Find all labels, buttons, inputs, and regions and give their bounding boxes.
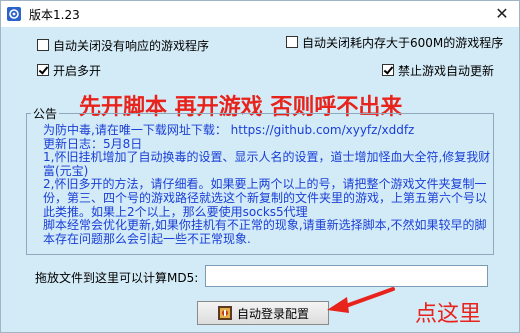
checkbox-box[interactable] <box>286 36 298 48</box>
red-arrow-icon <box>323 285 395 315</box>
lock-gear-icon <box>217 305 233 321</box>
checkbox-label: 自动关闭耗内存大于600M的游戏程序 <box>302 35 504 50</box>
md5-input[interactable] <box>205 265 488 287</box>
disable-auto-update-checkbox[interactable]: 禁止游戏自动更新 <box>382 62 494 78</box>
window-title: 版本1.23 <box>29 8 80 22</box>
app-icon <box>6 6 22 22</box>
close-button[interactable]: ✕ <box>491 4 513 24</box>
multi-open-checkbox[interactable]: 开启多开 <box>37 62 101 78</box>
checkbox-label: 自动关闭没有响应的游戏程序 <box>53 38 210 53</box>
checkbox-box[interactable] <box>382 64 394 76</box>
checkbox-box[interactable] <box>37 64 49 76</box>
main-window: 版本1.23 ✕ 自动关闭没有响应的游戏程序 自动关闭耗内存大于600M的游戏程… <box>0 0 520 333</box>
md5-label: 拖放文件到这里可以计算MD5: <box>35 271 199 285</box>
notice-group: 公告 为防中毒,请在唯一下载网址下载： https://github.com/x… <box>26 105 494 255</box>
auto-close-memory-checkbox[interactable]: 自动关闭耗内存大于600M的游戏程序 <box>286 34 503 50</box>
notice-line-download: 为防中毒,请在唯一下载网址下载： https://github.com/xyyf… <box>43 123 415 137</box>
auto-login-config-label: 自动登录配置 <box>236 306 309 321</box>
auto-close-unresponsive-checkbox[interactable]: 自动关闭没有响应的游戏程序 <box>37 37 209 53</box>
click-here-annotation: 点这里 <box>415 302 482 327</box>
notice-text: 为防中毒,请在唯一下载网址下载： https://github.com/xyyf… <box>43 123 491 246</box>
title-bar[interactable]: 版本1.23 ✕ <box>1 1 519 27</box>
auto-login-config-button[interactable]: 自动登录配置 <box>197 301 329 325</box>
notice-line-1: 1,怀旧挂机增加了自动换毒的设置、显示人名的设置，道士增加怪血大全符,修复我财富… <box>43 150 491 178</box>
checkbox-label: 开启多开 <box>53 63 102 78</box>
notice-line-3: 脚本经常会优化更新,如果你挂机有不正常的现象,请重新选择脚本,不然如果较早的脚本… <box>43 218 487 246</box>
notice-line-2: 2,怀旧多开的方法，请仔细看。如果要上两个以上的号，请把整个游戏文件夹复制一份，… <box>43 177 488 219</box>
notice-group-title: 公告 <box>31 105 60 122</box>
checkbox-box[interactable] <box>37 39 49 51</box>
checkbox-label: 禁止游戏自动更新 <box>398 63 495 78</box>
